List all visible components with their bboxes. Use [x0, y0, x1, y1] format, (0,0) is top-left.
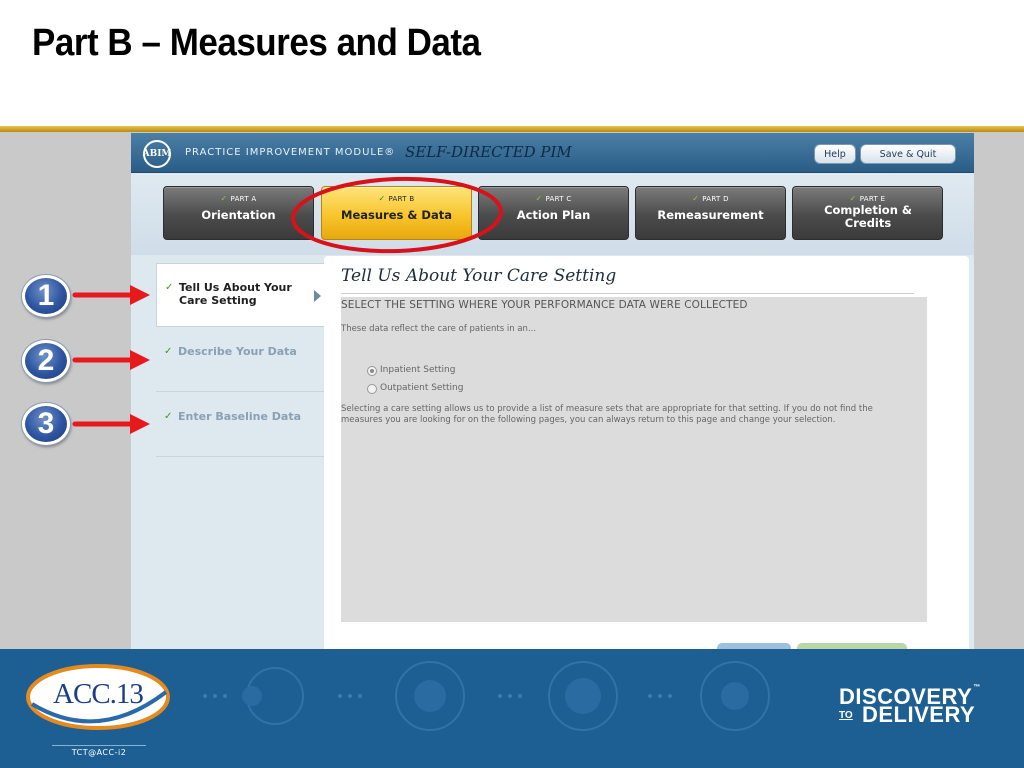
acc-logo: ACC.13: [26, 664, 170, 730]
highlight-ring: [291, 176, 503, 254]
slide-footer: ACC.13 TCT@ACC-i2 DISCOVERY™ TO DELIVERY: [0, 649, 1024, 768]
callout-arrow-3: [72, 414, 150, 434]
callout-number-1: 1: [22, 275, 70, 317]
brand-to: TO: [839, 710, 853, 721]
callout-number-3: 3: [22, 403, 70, 445]
acc-tagline: TCT@ACC-i2: [52, 745, 146, 757]
acc-logo-text: ACC.13: [53, 678, 144, 710]
callout-arrow-2: [72, 350, 150, 370]
callout-number-2: 2: [22, 340, 70, 382]
callout-arrow-1: [72, 285, 150, 305]
brand-delivery: DELIVERY: [862, 702, 976, 727]
